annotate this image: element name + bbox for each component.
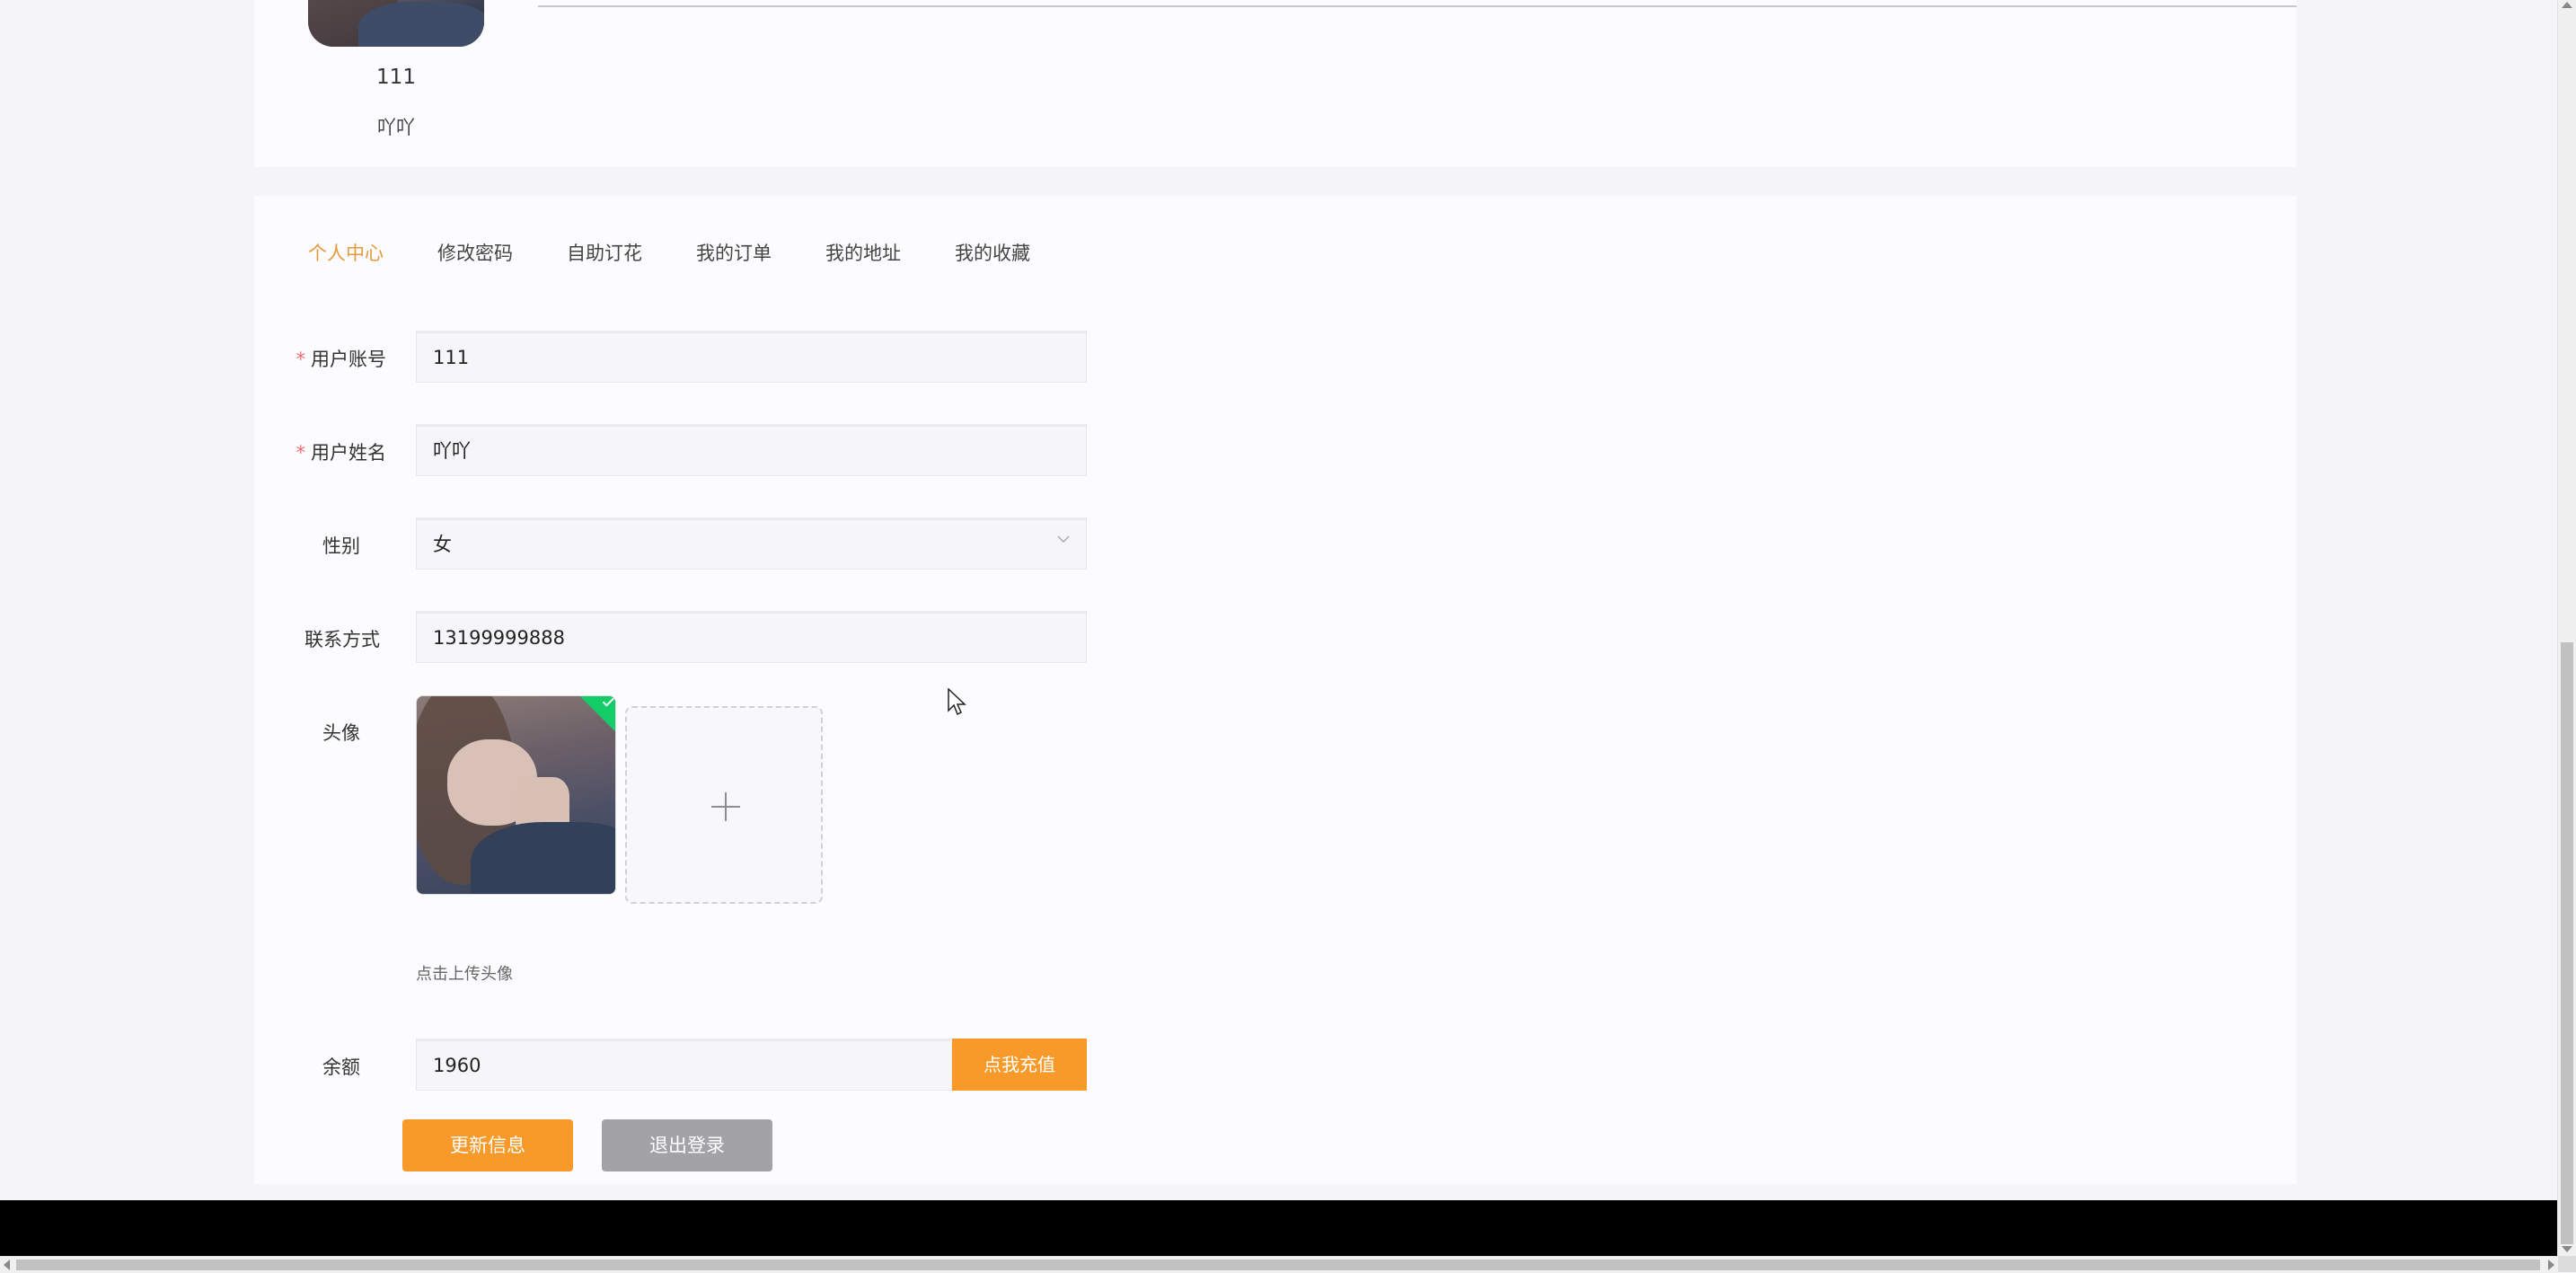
avatar-label: 头像 (322, 722, 360, 744)
horizontal-scroll-thumb[interactable] (16, 1260, 2540, 1270)
tab-self-order-flowers[interactable]: 自助订花 (567, 235, 642, 271)
profile-avatar (308, 0, 484, 47)
footer-bar (0, 1200, 2558, 1256)
update-info-button[interactable]: 更新信息 (402, 1119, 573, 1171)
profile-summary-card: 111 吖吖 (254, 0, 2297, 167)
scroll-up-icon[interactable] (2562, 2, 2572, 8)
upload-success-badge (580, 696, 615, 731)
gender-selected-value: 女 (433, 534, 452, 555)
gender-label: 性别 (322, 535, 360, 557)
required-mark: * (296, 442, 306, 464)
recharge-button[interactable]: 点我充值 (952, 1039, 1087, 1091)
horizontal-scrollbar[interactable] (0, 1256, 2558, 1273)
divider (538, 5, 2297, 7)
phone-input[interactable]: 13199999888 (416, 611, 1087, 663)
scrollbar-corner (2558, 1256, 2576, 1272)
vertical-scroll-thumb[interactable] (2561, 642, 2573, 1244)
scroll-left-icon[interactable] (4, 1260, 10, 1270)
vertical-scrollbar[interactable] (2557, 0, 2576, 1256)
name-input[interactable]: 吖吖 (416, 424, 1087, 476)
account-input[interactable]: 111 (416, 331, 1087, 383)
phone-label: 联系方式 (304, 629, 380, 650)
required-mark: * (296, 349, 306, 370)
balance-input[interactable]: 1960 (416, 1039, 952, 1091)
balance-label: 余额 (322, 1056, 360, 1078)
mouse-cursor-icon (948, 688, 966, 716)
gender-select[interactable]: 女 (416, 517, 1087, 570)
logout-button[interactable]: 退出登录 (602, 1119, 772, 1171)
tab-my-address[interactable]: 我的地址 (825, 235, 901, 271)
tab-personal-center[interactable]: 个人中心 (308, 235, 384, 271)
scroll-right-icon[interactable] (2548, 1260, 2554, 1270)
tab-my-favorites[interactable]: 我的收藏 (955, 235, 1030, 271)
avatar-preview[interactable] (416, 695, 616, 895)
profile-username: 111 (376, 66, 416, 89)
plus-icon (711, 792, 740, 821)
tab-change-password[interactable]: 修改密码 (437, 235, 513, 271)
user-center-tabs: 个人中心 修改密码 自助订花 我的订单 我的地址 我的收藏 (308, 235, 1084, 271)
scroll-down-icon[interactable] (2562, 1246, 2572, 1252)
check-icon (602, 697, 615, 707)
chevron-down-icon (1057, 535, 1070, 544)
avatar-upload-button[interactable] (625, 706, 823, 904)
name-label: * 用户姓名 (296, 442, 387, 464)
profile-name: 吖吖 (377, 117, 415, 138)
avatar-upload-hint: 点击上传头像 (416, 965, 513, 984)
user-center-card: 个人中心 修改密码 自助订花 我的订单 我的地址 我的收藏 * 用户账号 111 … (254, 196, 2297, 1184)
tab-my-orders[interactable]: 我的订单 (696, 235, 772, 271)
account-label: * 用户账号 (296, 349, 387, 370)
